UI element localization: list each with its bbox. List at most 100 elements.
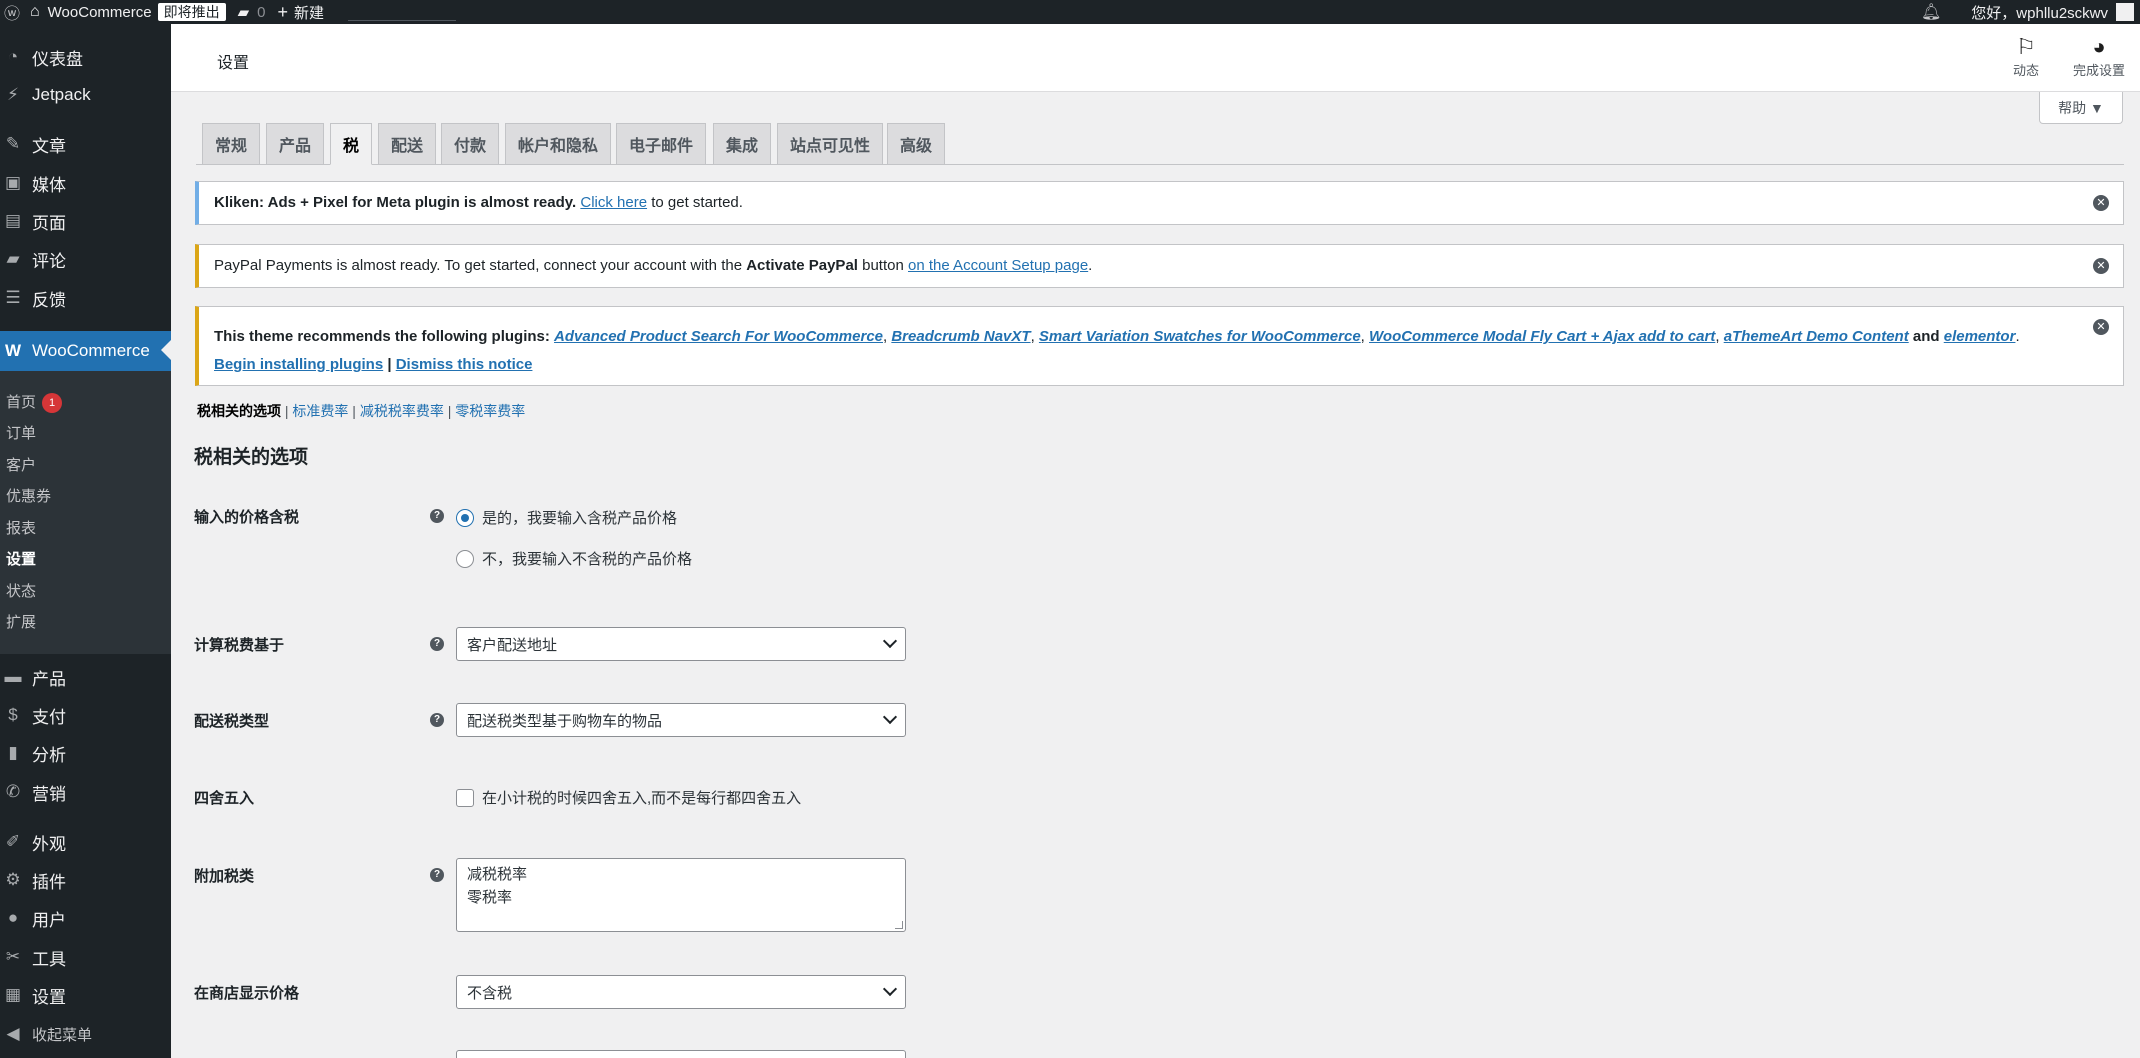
- prices-incl-tax-yes[interactable]: 是的，我要输入含税产品价格: [456, 507, 677, 528]
- activity-button[interactable]: ⚐ 动态: [2013, 34, 2039, 79]
- tab-shipping[interactable]: 配送: [378, 123, 437, 165]
- theme-notice-actions: Begin installing plugins | Dismiss this …: [214, 356, 533, 373]
- sidebar-label: 用户: [32, 910, 66, 930]
- sidebar-item-plugins[interactable]: ⚙ 插件: [0, 861, 171, 899]
- comments-count: 0: [257, 3, 266, 21]
- radio-yes-checked[interactable]: [456, 508, 474, 527]
- tab-payments[interactable]: 付款: [441, 123, 500, 165]
- sidebar-item-comments[interactable]: ▰ 评论: [0, 240, 171, 278]
- new-content-link[interactable]: + 新建: [271, 0, 330, 24]
- active-arrow: [161, 340, 171, 360]
- plugin-link-smart-variation-swatches[interactable]: Smart Variation Swatches for WooCommerce: [1039, 328, 1361, 345]
- subnav-reduced-rates[interactable]: 减税税率费率: [360, 403, 444, 419]
- notifications-bell-icon[interactable]: 🔔︎: [1915, 0, 1947, 24]
- rounding-checkbox-row[interactable]: 在小计税的时候四舍五入,而不是每行都四舍五入: [456, 787, 801, 808]
- resize-handle-icon[interactable]: [895, 921, 903, 929]
- sidebar-item-pages[interactable]: ▤ 页面: [0, 202, 171, 240]
- help-tip-icon[interactable]: ?: [430, 713, 444, 727]
- comments-link[interactable]: ▰ 0: [232, 0, 272, 24]
- kliken-click-here-link[interactable]: Click here: [580, 194, 647, 211]
- help-tip-icon[interactable]: ?: [430, 637, 444, 651]
- sidebar-item-payments[interactable]: $ 支付: [0, 696, 171, 734]
- close-icon[interactable]: ✕: [2093, 195, 2109, 211]
- marketing-icon: ✆: [5, 782, 21, 801]
- begin-installing-plugins-link[interactable]: Begin installing plugins: [214, 356, 383, 373]
- plugin-link-breadcrumb-navxt[interactable]: Breadcrumb NavXT: [891, 328, 1030, 345]
- tab-emails[interactable]: 电子邮件: [616, 123, 707, 165]
- theme-plugins-notice: This theme recommends the following plug…: [195, 306, 2124, 386]
- sidebar-item-feedback[interactable]: ☰ 反馈: [0, 279, 171, 317]
- sidebar-item-woocommerce[interactable]: W WooCommerce: [0, 331, 171, 371]
- finish-setup-button[interactable]: ◕ 完成设置: [2073, 34, 2125, 79]
- sidebar-item-jetpack[interactable]: ⚡ Jetpack: [0, 76, 171, 114]
- submenu-item-status[interactable]: 状态: [6, 581, 36, 603]
- site-name-link[interactable]: ⌂ WooCommerce 即将推出: [24, 0, 232, 24]
- submenu-item-coupons[interactable]: 优惠券: [6, 486, 51, 508]
- settings-tabs: 常规 产品 税 配送 付款 帐户和隐私 电子邮件 集成 站点可见性 高级: [196, 123, 2124, 165]
- site-name: WooCommerce: [47, 3, 152, 21]
- sidebar-item-media[interactable]: ▣ 媒体: [0, 164, 171, 202]
- sidebar-item-marketing[interactable]: ✆ 营销: [0, 773, 171, 811]
- next-setting-select[interactable]: [456, 1050, 906, 1058]
- plugin-link-advanced-product-search[interactable]: Advanced Product Search For WooCommerce: [554, 328, 883, 345]
- submenu-item-customers[interactable]: 客户: [6, 455, 36, 477]
- jetpack-icon: ⚡: [7, 85, 19, 104]
- account-greeting[interactable]: 您好，wphllu2sckwv: [1965, 0, 2140, 24]
- help-tab-button[interactable]: 帮助 ▼: [2039, 92, 2123, 124]
- theme-notice-line: This theme recommends the following plug…: [214, 328, 2020, 345]
- tab-site-visibility[interactable]: 站点可见性: [777, 123, 884, 165]
- rounding-checkbox[interactable]: [456, 788, 474, 807]
- tax-subnav: 税相关的选项 | 标准费率 | 减税税率费率 | 零税率费率: [197, 403, 526, 419]
- dismiss-notice-link[interactable]: Dismiss this notice: [396, 356, 533, 373]
- help-tip-icon[interactable]: ?: [430, 868, 444, 882]
- prices-incl-tax-no[interactable]: 不，我要输入不含税的产品价格: [456, 548, 692, 569]
- theme-notice-bold: This theme recommends the following plug…: [214, 328, 550, 345]
- tab-products[interactable]: 产品: [266, 123, 325, 165]
- sidebar-item-products[interactable]: ▬ 产品: [0, 658, 171, 696]
- admin-sidebar: 首页 1 订单 客户 优惠券 报表 设置 状态 扩展 ◔ 仪表盘 ⚡ Jetpack …: [0, 24, 171, 1058]
- sidebar-label: 设置: [32, 987, 66, 1007]
- help-tip-icon[interactable]: ?: [430, 509, 444, 523]
- sidebar-item-tools[interactable]: ✂ 工具: [0, 938, 171, 976]
- plugin-link-athemeart-demo[interactable]: aThemeArt Demo Content: [1724, 328, 1909, 345]
- kliken-notice-rest: to get started.: [651, 194, 743, 211]
- submenu-item-extensions[interactable]: 扩展: [6, 612, 36, 634]
- tab-accounts-privacy[interactable]: 帐户和隐私: [505, 123, 612, 165]
- wrench-icon: ✂: [5, 947, 21, 966]
- shipping-tax-class-label: 配送税类型: [194, 713, 270, 730]
- tab-advanced[interactable]: 高级: [887, 123, 946, 165]
- sidebar-label: 分析: [32, 745, 66, 765]
- plugin-link-modal-fly-cart[interactable]: WooCommerce Modal Fly Cart + Ajax add to…: [1369, 328, 1715, 345]
- subnav-standard-rates[interactable]: 标准费率: [292, 403, 348, 419]
- tab-integration[interactable]: 集成: [713, 123, 772, 165]
- radio-no[interactable]: [456, 549, 474, 568]
- close-icon[interactable]: ✕: [2093, 319, 2109, 335]
- sidebar-item-users[interactable]: ● 用户: [0, 899, 171, 937]
- submenu-item-settings[interactable]: 设置: [6, 549, 36, 571]
- tab-tax[interactable]: 税: [330, 123, 373, 165]
- tab-general[interactable]: 常规: [202, 123, 261, 165]
- sidebar-item-settings[interactable]: ▦ 设置: [0, 976, 171, 1014]
- theme-notice-and: and: [1912, 328, 1940, 345]
- sidebar-item-dashboard[interactable]: ◔ 仪表盘: [0, 38, 171, 76]
- subnav-current-tax-options[interactable]: 税相关的选项: [197, 403, 281, 419]
- sidebar-item-collapse-menu[interactable]: ◀ 收起菜单: [0, 1015, 171, 1053]
- coming-soon-badge[interactable]: 即将推出: [157, 3, 226, 21]
- sidebar-item-appearance[interactable]: ✐ 外观: [0, 823, 171, 861]
- finish-setup-label: 完成设置: [2073, 63, 2126, 78]
- sidebar-item-posts[interactable]: ✎ 文章: [0, 125, 171, 163]
- wordpress-logo-icon[interactable]: ⓦ: [0, 0, 24, 24]
- shipping-tax-class-select[interactable]: 配送税类型基于购物车的物品: [456, 703, 906, 737]
- submenu-item-home[interactable]: 首页 1: [6, 392, 63, 414]
- tax-based-on-select[interactable]: 客户配送地址: [456, 627, 906, 661]
- submenu-item-orders[interactable]: 订单: [6, 423, 36, 445]
- sidebar-item-analytics[interactable]: ▮ 分析: [0, 734, 171, 772]
- close-icon[interactable]: ✕: [2093, 258, 2109, 274]
- display-prices-shop-select[interactable]: 不含税: [456, 975, 906, 1009]
- paypal-account-setup-link[interactable]: on the Account Setup page: [908, 257, 1088, 274]
- submenu-item-reports[interactable]: 报表: [6, 518, 36, 540]
- section-title: 税相关的选项: [194, 447, 309, 468]
- subnav-zero-rates[interactable]: 零税率费率: [455, 403, 525, 419]
- plugin-link-elementor[interactable]: elementor: [1944, 328, 2016, 345]
- additional-tax-classes-textarea[interactable]: 减税税率 零税率: [456, 858, 906, 932]
